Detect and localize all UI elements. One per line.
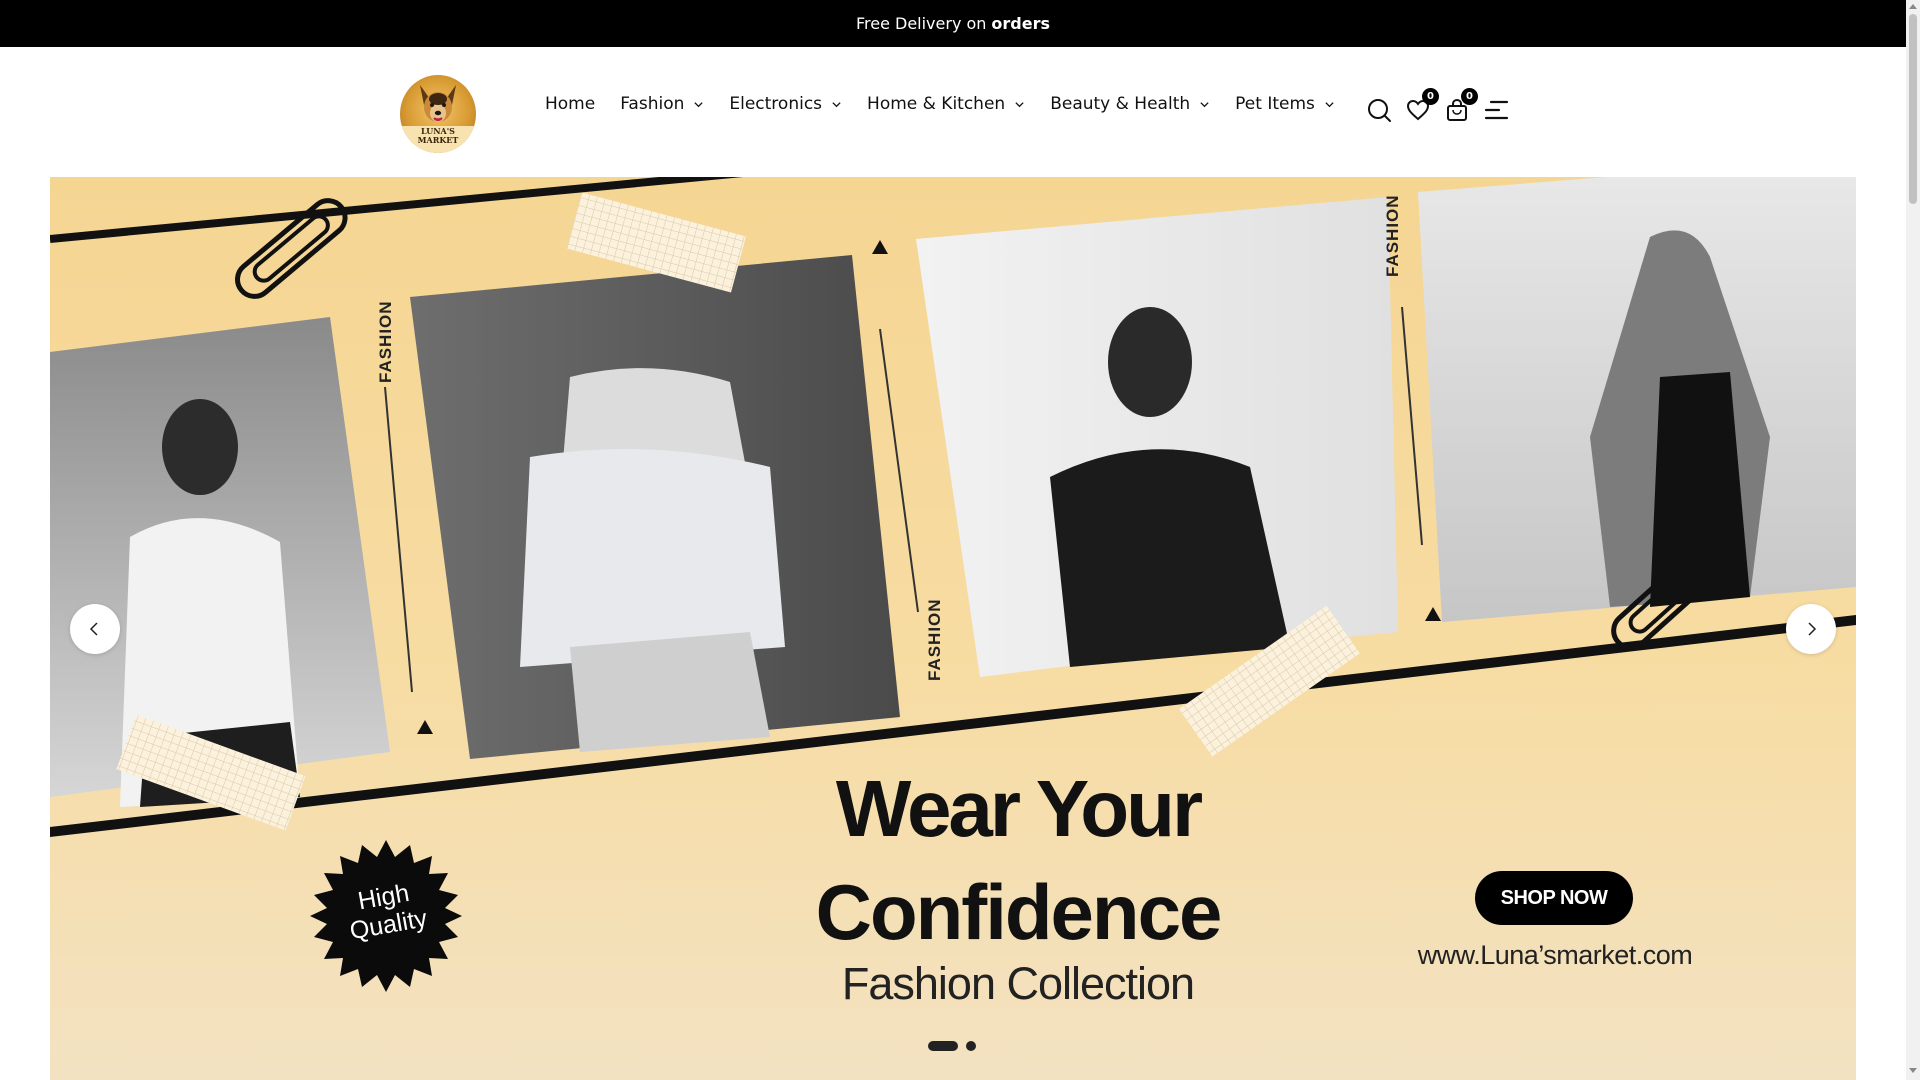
cart-count-badge: 0 (1461, 88, 1478, 105)
header-icons: 0 0 (1366, 88, 1522, 123)
nav-item-label: Home & Kitchen (867, 94, 1006, 114)
nav-item-home-kitchen[interactable]: Home & Kitchen (867, 94, 1025, 114)
main-nav: Home Fashion Electronics Home & Kitchen … (545, 94, 1360, 114)
brand-logo-text: LUNA'S MARKET (400, 126, 476, 153)
chevron-left-icon (89, 622, 98, 636)
nav-item-label: Pet Items (1235, 94, 1315, 114)
scroll-up-icon[interactable] (1909, 4, 1917, 9)
nav-item-home[interactable]: Home (545, 94, 595, 114)
shop-now-button[interactable]: SHOP NOW (1475, 871, 1633, 925)
next-slide-button[interactable] (1786, 604, 1836, 654)
dog-logo-icon (420, 85, 456, 122)
chevron-down-icon (694, 101, 703, 107)
hero-headline-2: Confidence (815, 868, 1223, 956)
nav-item-label: Home (545, 94, 596, 114)
slide-dot-active[interactable] (928, 1041, 958, 1051)
chevron-down-icon (1200, 101, 1209, 107)
nav-item-pet-items[interactable]: Pet Items (1235, 94, 1335, 114)
page-scrollbar[interactable] (1906, 0, 1920, 1080)
nav-item-fashion[interactable]: Fashion (620, 94, 704, 114)
hero-headline-1: Wear Your (835, 764, 1203, 853)
chevron-down-icon (1015, 101, 1024, 107)
nav-item-electronics[interactable]: Electronics (729, 94, 842, 114)
search-button[interactable] (1366, 97, 1392, 123)
wishlist-count-badge: 0 (1422, 88, 1439, 105)
chevron-down-icon (1325, 101, 1334, 107)
site-url-text: www.Luna’smarket.com (1417, 940, 1693, 970)
scroll-down-icon[interactable] (1909, 1068, 1917, 1073)
slide-dot[interactable] (966, 1041, 976, 1051)
prev-slide-button[interactable] (70, 604, 120, 654)
fashion-label: FASHION (1383, 194, 1402, 277)
nav-item-label: Electronics (729, 94, 823, 114)
announcement-text: Free Delivery on (855, 14, 987, 33)
wishlist-button[interactable]: 0 (1405, 88, 1439, 123)
announcement-bold: orders (991, 14, 1051, 33)
nav-item-label: Beauty & Health (1050, 94, 1191, 114)
nav-item-label: Fashion (620, 94, 685, 114)
slide-indicators (928, 1041, 984, 1051)
menu-button[interactable] (1483, 97, 1509, 123)
nav-item-beauty-health[interactable]: Beauty & Health (1050, 94, 1210, 114)
brand-sub: MARKET (417, 135, 459, 145)
brand-logo[interactable]: LUNA'S MARKET (400, 75, 476, 153)
cart-button[interactable]: 0 (1444, 88, 1478, 123)
site-header: LUNA'S MARKET Home Fashion Electronics H… (0, 47, 1906, 177)
chevron-right-icon (1808, 622, 1817, 636)
hero-subheadline: Fashion Collection (841, 958, 1195, 1009)
chevron-down-icon (832, 101, 841, 107)
announcement-bar: Free Delivery on orders (0, 0, 1906, 47)
menu-icon (1484, 100, 1509, 120)
fashion-label: FASHION (376, 300, 395, 383)
fashion-label: FASHION (925, 598, 944, 681)
search-icon (1368, 99, 1391, 122)
scrollbar-thumb[interactable] (1909, 14, 1917, 204)
hero-banner: FASHION FASHION FASHION High Quality Wea… (50, 177, 1856, 1080)
